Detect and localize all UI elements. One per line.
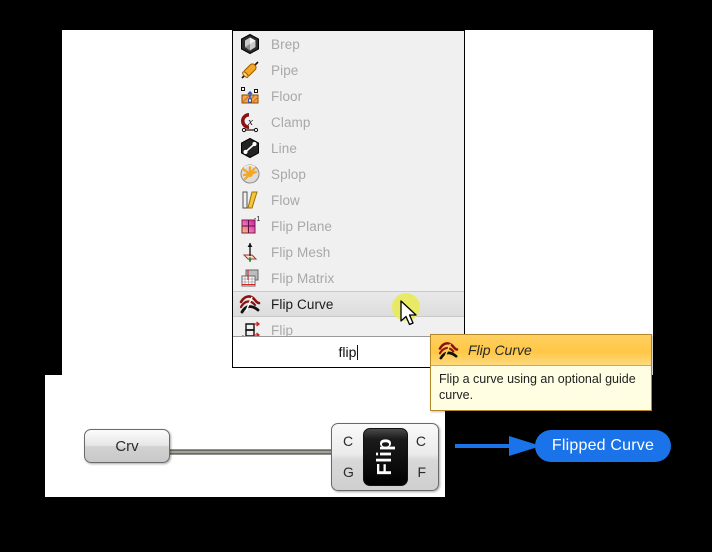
menu-item-pipe[interactable]: Pipe (233, 57, 464, 83)
component-name-plate: Flip (363, 428, 408, 486)
splop-icon (239, 163, 261, 185)
component-label: Flip (374, 438, 396, 476)
component-output-f-grip[interactable] (437, 462, 449, 478)
flip-matrix-icon (239, 267, 261, 289)
component-output-c-grip[interactable] (437, 431, 449, 447)
component-tooltip: Flip Curve Flip a curve using an optiona… (430, 334, 652, 411)
search-input-value: flip (338, 344, 357, 360)
floor-icon (239, 85, 261, 107)
menu-item-label: Flip Curve (271, 296, 334, 312)
flow-icon (239, 189, 261, 211)
menu-item-label: Flow (271, 192, 300, 208)
pipe-icon (239, 59, 261, 81)
flip-mesh-icon (239, 241, 261, 263)
menu-item-label: Flip Plane (271, 218, 333, 234)
text-caret (357, 344, 359, 360)
menu-item-brep[interactable]: Brep (233, 31, 464, 57)
menu-item-label: Flip Mesh (271, 244, 331, 260)
annotation-flipped-curve: Flipped Curve (535, 430, 671, 462)
menu-item-splop[interactable]: Splop (233, 161, 464, 187)
menu-item-flip-curve[interactable]: Flip Curve (233, 291, 464, 317)
menu-item-line[interactable]: Line (233, 135, 464, 161)
component-flip-curve[interactable]: C G Flip C F (331, 423, 439, 491)
menu-item-floor[interactable]: Floor (233, 83, 464, 109)
menu-item-label: Splop (271, 166, 307, 182)
flip-curve-icon (438, 340, 459, 361)
connection-wire (160, 443, 343, 455)
autocomplete-item-list: Brep Pipe Floor x Clamp Line Splop Flow … (233, 31, 464, 343)
param-node-label: Crv (115, 437, 139, 455)
menu-item-flip-mesh[interactable]: Flip Mesh (233, 239, 464, 265)
tooltip-description: Flip a curve using an optional guide cur… (439, 372, 636, 403)
menu-item-label: Flip Matrix (271, 270, 335, 286)
output-port-c-label: C (415, 433, 426, 449)
menu-item-label: Clamp (271, 114, 311, 130)
output-port-f-label: F (417, 464, 426, 480)
tooltip-header: Flip Curve (431, 335, 651, 366)
menu-item-label: Brep (271, 36, 300, 52)
flip-plane-icon: -1 (239, 215, 261, 237)
line-icon (239, 137, 261, 159)
input-port-g-label: G (343, 464, 354, 480)
menu-item-flip-matrix[interactable]: Flip Matrix (233, 265, 464, 291)
svg-text:x: x (247, 116, 253, 128)
param-output-grip[interactable] (163, 437, 175, 453)
menu-item-flip-plane[interactable]: -1 Flip Plane (233, 213, 464, 239)
screenshot-canvas: Brep Pipe Floor x Clamp Line Splop Flow … (0, 0, 712, 552)
flip-curve-icon (239, 293, 261, 315)
input-port-c-label: C (343, 433, 354, 449)
tooltip-title: Flip Curve (468, 342, 532, 358)
menu-item-clamp[interactable]: x Clamp (233, 109, 464, 135)
mouse-cursor (400, 300, 420, 328)
menu-item-label: Line (271, 140, 297, 156)
svg-text:-1: -1 (254, 216, 260, 223)
param-node-crv[interactable]: Crv (84, 429, 170, 463)
menu-item-label: Floor (271, 88, 303, 104)
brep-icon (239, 33, 261, 55)
component-autocomplete-popup[interactable]: Brep Pipe Floor x Clamp Line Splop Flow … (232, 30, 465, 368)
menu-item-flow[interactable]: Flow (233, 187, 464, 213)
annotation-label: Flipped Curve (551, 437, 655, 454)
clamp-icon: x (239, 111, 261, 133)
menu-item-label: Pipe (271, 62, 299, 78)
